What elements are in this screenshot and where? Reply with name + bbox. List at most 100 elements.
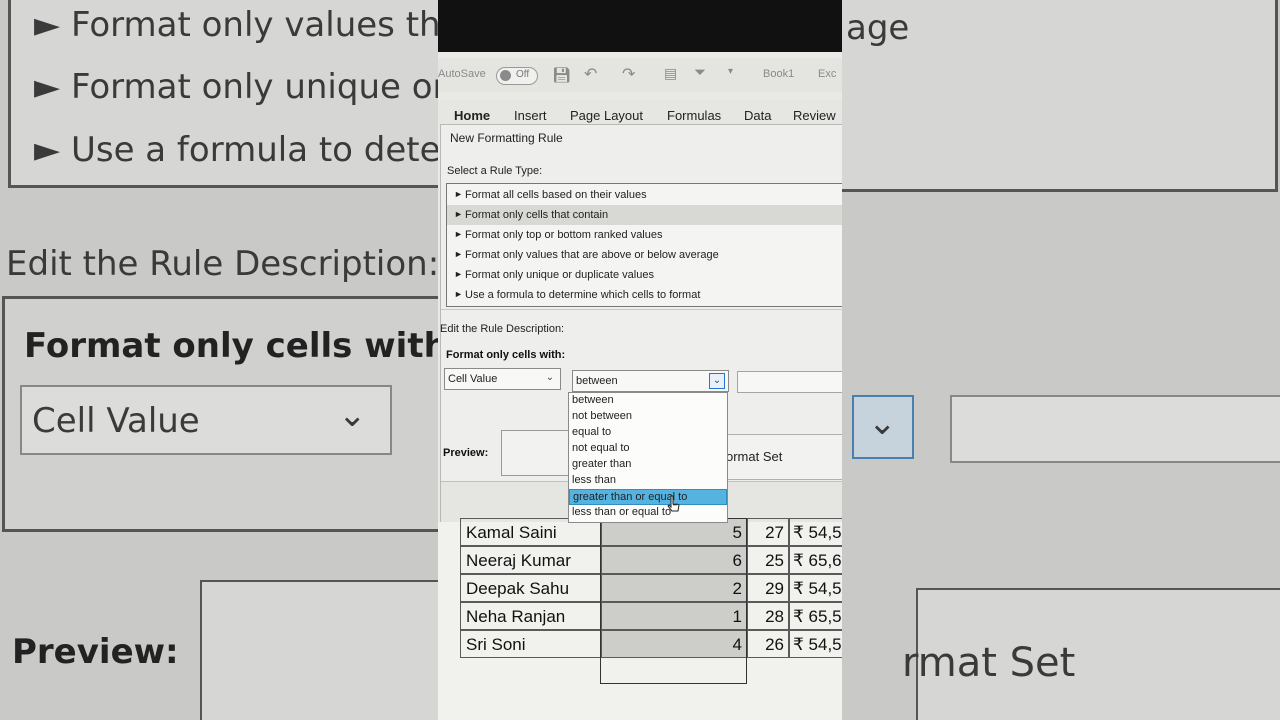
rule-type-item[interactable]: ► Format only unique or duplicate values: [447, 265, 842, 285]
book-title: Book1: [763, 68, 795, 80]
salary-cell[interactable]: ₹ 65,6: [789, 546, 842, 574]
background-format-label: Format only cells with:: [24, 326, 438, 366]
edit-rule-description-label: Edit the Rule Description:: [440, 323, 565, 335]
background-rule-2: ► Format only unique or: [34, 67, 438, 107]
background-left-panel: ► Format only values tha ► Format only u…: [0, 0, 438, 720]
divider: [441, 309, 842, 310]
rule-type-label: Format only values that are above or bel…: [465, 249, 719, 261]
tab-page-layout[interactable]: Page Layout: [570, 108, 643, 123]
rule-type-item[interactable]: ► Format all cells based on their values: [447, 185, 842, 205]
operator-option[interactable]: less than or equal to: [569, 505, 727, 521]
preview-box: [501, 430, 573, 476]
quick-access-toolbar: AutoSave Off 💾︎ ↶ ↷ ▤ ⏷ ▾ Book1 Exc: [438, 58, 842, 92]
operator-option[interactable]: equal to: [569, 425, 727, 441]
rule-type-item[interactable]: ► Format only values that are above or be…: [447, 245, 842, 265]
background-preview-box: [200, 580, 438, 720]
app-title: Exc: [818, 68, 837, 80]
undo-icon[interactable]: ↶: [584, 64, 597, 84]
operator-option-label: less than: [572, 474, 617, 486]
cell-value-dropdown-value: Cell Value: [448, 373, 498, 385]
arrow-icon: ►: [454, 249, 463, 259]
arrow-icon: ►: [454, 269, 463, 279]
age-cell[interactable]: 25: [747, 546, 789, 574]
mouse-cursor-icon: [667, 495, 680, 512]
operator-dropdown[interactable]: between ⌄: [572, 370, 729, 392]
rule-type-list: ► Format all cells based on their values …: [446, 183, 842, 307]
age-cell[interactable]: 29: [747, 574, 789, 602]
age-cell[interactable]: 26: [747, 630, 789, 658]
worksheet-area: Kamal Saini 5 27 ₹ 54,5 Neeraj Kumar 6 2…: [438, 518, 842, 720]
operator-option[interactable]: greater than: [569, 457, 727, 473]
background-value-box: [950, 395, 1280, 463]
operator-option[interactable]: between: [569, 393, 727, 409]
form-icon[interactable]: ▤: [664, 65, 677, 82]
age-cell[interactable]: 28: [747, 602, 789, 630]
background-cell-value-text: Cell Value: [32, 401, 200, 441]
name-cell[interactable]: Neha Ranjan: [460, 602, 601, 630]
rule-type-item[interactable]: ► Format only top or bottom ranked values: [447, 225, 842, 245]
background-edit-label: Edit the Rule Description:: [6, 244, 438, 284]
selection-range-border: [600, 518, 747, 684]
format-set-box: ormat Set: [715, 434, 842, 480]
operator-option-label: greater than: [572, 458, 632, 470]
salary-cell[interactable]: ₹ 65,5: [789, 602, 842, 630]
autosave-toggle[interactable]: Off: [496, 67, 538, 85]
save-icon[interactable]: 💾︎: [552, 66, 571, 84]
tab-home[interactable]: Home: [454, 108, 490, 123]
rule-type-item[interactable]: ► Use a formula to determine which cells …: [447, 285, 842, 305]
cell-value-dropdown[interactable]: Cell Value ⌄: [444, 368, 561, 390]
format-set-text: ormat Set: [726, 449, 783, 464]
format-only-cells-label: Format only cells with:: [446, 349, 566, 361]
arrow-icon: ►: [454, 209, 463, 219]
ribbon-tabs: Home Insert Page Layout Formulas Data Re…: [438, 100, 842, 126]
arrow-icon: ►: [454, 189, 463, 199]
background-right-panel: age ⌄ rmat Set: [842, 0, 1280, 720]
background-rule-3: ► Use a formula to deter: [34, 130, 438, 170]
chevron-down-icon: ⌄: [709, 373, 725, 389]
background-rule-tail: age: [846, 8, 910, 48]
arrow-icon: ►: [454, 229, 463, 239]
filter-icon[interactable]: ⏷: [694, 64, 706, 81]
background-format-set-text: rmat Set: [902, 640, 1076, 686]
rule-type-label: Format only unique or duplicate values: [465, 269, 654, 281]
background-operator-chevron: ⌄: [852, 395, 914, 459]
tab-insert[interactable]: Insert: [514, 108, 547, 123]
tab-formulas[interactable]: Formulas: [667, 108, 721, 123]
background-cell-value-dropdown: Cell Value ⌄: [20, 385, 392, 455]
age-cell[interactable]: 27: [747, 518, 789, 546]
background-rule-1: ► Format only values tha: [34, 5, 438, 45]
redo-icon[interactable]: ↷: [622, 64, 635, 84]
operator-option-label: equal to: [572, 426, 612, 438]
operator-option-label: not equal to: [572, 442, 630, 454]
tab-data[interactable]: Data: [744, 108, 771, 123]
toggle-label: Off: [516, 69, 530, 80]
operator-option[interactable]: not equal to: [569, 441, 727, 457]
operator-option-label: less than or equal to: [572, 506, 672, 518]
rule-type-item-selected[interactable]: ► Format only cells that contain: [447, 205, 842, 225]
excel-window: AutoSave Off 💾︎ ↶ ↷ ▤ ⏷ ▾ Book1 Exc Home…: [438, 0, 842, 720]
name-cell[interactable]: Deepak Sahu: [460, 574, 601, 602]
bezel: [438, 0, 842, 52]
tab-review[interactable]: Review: [793, 108, 836, 123]
name-cell[interactable]: Neeraj Kumar: [460, 546, 601, 574]
operator-option-highlighted[interactable]: greater than or equal to: [569, 489, 727, 505]
toggle-knob: [500, 70, 511, 81]
name-cell[interactable]: Sri Soni: [460, 630, 601, 658]
salary-cell[interactable]: ₹ 54,5: [789, 630, 842, 658]
arrow-icon: ►: [454, 289, 463, 299]
operator-option[interactable]: not between: [569, 409, 727, 425]
rule-type-label: Format only cells that contain: [465, 209, 609, 221]
more-icon[interactable]: ▾: [728, 66, 733, 77]
salary-cell[interactable]: ₹ 54,5: [789, 574, 842, 602]
operator-dropdown-value: between: [576, 375, 618, 387]
operator-option[interactable]: less than: [569, 473, 727, 489]
select-rule-type-label: Select a Rule Type:: [447, 165, 543, 177]
value-input[interactable]: [737, 371, 842, 393]
operator-option-label: not between: [572, 410, 632, 422]
autosave-label: AutoSave: [438, 68, 486, 80]
operator-option-label: between: [572, 394, 614, 406]
rule-type-label: Format only top or bottom ranked values: [465, 229, 663, 241]
chevron-down-icon: ⌄: [545, 372, 555, 383]
salary-cell[interactable]: ₹ 54,5: [789, 518, 842, 546]
background-chevron-down-icon-right: ⌄: [868, 403, 897, 443]
